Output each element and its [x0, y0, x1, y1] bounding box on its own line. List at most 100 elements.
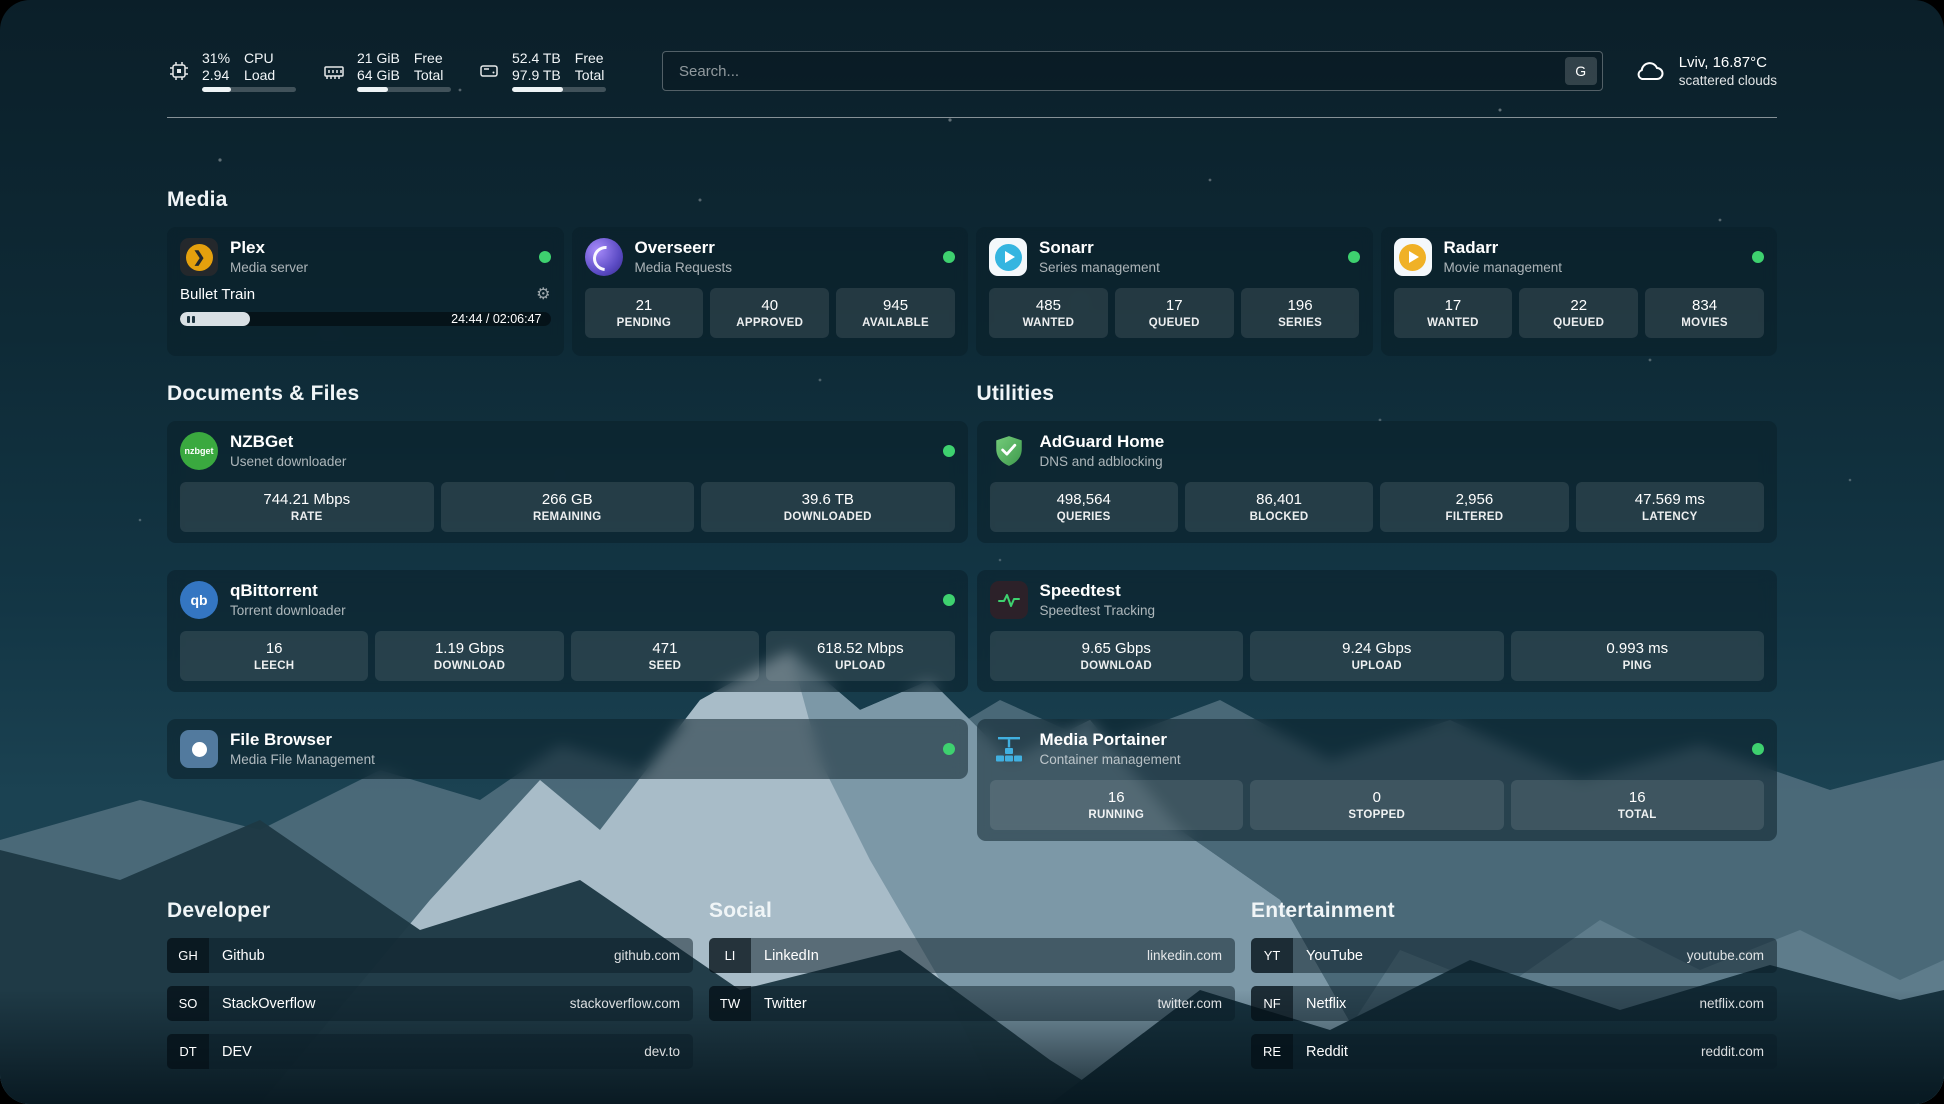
status-dot-radarr [1752, 251, 1764, 263]
service-card-overseerr[interactable]: Overseerr Media Requests 21PENDING 40APP… [572, 227, 969, 356]
app-name-radarr: Radarr [1444, 238, 1563, 258]
search-bar[interactable]: G [662, 51, 1603, 91]
stat-movies: 834MOVIES [1645, 288, 1764, 338]
cpu-progress-bar [202, 87, 296, 92]
search-engine-button[interactable]: G [1565, 57, 1597, 85]
service-card-plex[interactable]: ❯ Plex Media server Bullet Train ⚙ [167, 227, 564, 356]
portainer-icon [990, 730, 1028, 768]
app-name-filebrowser: File Browser [230, 730, 375, 750]
app-name-qbittorrent: qBittorrent [230, 581, 346, 601]
status-dot-portainer [1752, 743, 1764, 755]
bookmark-group-title-developer: Developer [167, 899, 693, 923]
disk-free: 52.4 TB [512, 50, 561, 66]
pause-icon[interactable] [187, 316, 195, 323]
bookmark-dev[interactable]: DT DEV dev.to [167, 1034, 693, 1069]
gear-icon[interactable]: ⚙ [536, 287, 550, 303]
status-dot-nzbget [943, 445, 955, 457]
radarr-icon [1394, 238, 1432, 276]
stat-series: 196SERIES [1241, 288, 1360, 338]
app-name-adguard: AdGuard Home [1040, 432, 1165, 452]
ram-total: 64 GiB [357, 67, 400, 83]
reddit-icon: RE [1251, 1034, 1293, 1069]
speedtest-icon [990, 581, 1028, 619]
stat-ping: 0.993 msPING [1511, 631, 1765, 681]
dev-icon: DT [167, 1034, 209, 1069]
status-dot-filebrowser [943, 743, 955, 755]
service-card-nzbget[interactable]: nzbget NZBGet Usenet downloader 744.21 M… [167, 421, 968, 543]
app-subtitle-speedtest: Speedtest Tracking [1040, 603, 1156, 619]
stat-wanted: 17WANTED [1394, 288, 1513, 338]
cpu-metric: 31%2.94 CPULoad [167, 50, 296, 92]
stat-remaining: 266 GBREMAINING [441, 482, 695, 532]
section-media: Media ❯ Plex Media server Bullet Train [167, 188, 1777, 356]
stat-filtered: 2,956FILTERED [1380, 482, 1568, 532]
app-subtitle-portainer: Container management [1040, 752, 1181, 768]
stackoverflow-icon: SO [167, 986, 209, 1021]
service-card-filebrowser[interactable]: File Browser Media File Management [167, 719, 968, 779]
app-subtitle-nzbget: Usenet downloader [230, 454, 346, 470]
dashboard-screen: 31%2.94 CPULoad 21 GiB64 GiB FreeTotal [0, 0, 1944, 1104]
filebrowser-icon [180, 730, 218, 768]
service-card-adguard[interactable]: AdGuard Home DNS and adblocking 498,564Q… [977, 421, 1778, 543]
bookmark-twitter[interactable]: TW Twitter twitter.com [709, 986, 1235, 1021]
disk-icon [477, 59, 501, 83]
app-name-sonarr: Sonarr [1039, 238, 1160, 258]
cloud-icon [1633, 57, 1667, 85]
ram-free: 21 GiB [357, 50, 400, 66]
app-subtitle-sonarr: Series management [1039, 260, 1160, 276]
app-subtitle-qbittorrent: Torrent downloader [230, 603, 346, 619]
status-dot-qbittorrent [943, 594, 955, 606]
github-icon: GH [167, 938, 209, 973]
service-card-portainer[interactable]: Media Portainer Container management 16R… [977, 719, 1778, 841]
stat-download: 1.19 GbpsDOWNLOAD [375, 631, 563, 681]
status-dot-overseerr [943, 251, 955, 263]
weather-location: Lviv, 16.87°C [1679, 54, 1777, 71]
bookmark-reddit[interactable]: RE Reddit reddit.com [1251, 1034, 1777, 1069]
section-title-documents: Documents & Files [167, 382, 968, 406]
stat-queries: 498,564QUERIES [990, 482, 1178, 532]
service-card-speedtest[interactable]: Speedtest Speedtest Tracking 9.65 GbpsDO… [977, 570, 1778, 692]
ram-metric: 21 GiB64 GiB FreeTotal [322, 50, 451, 92]
bookmark-netflix[interactable]: NF Netflix netflix.com [1251, 986, 1777, 1021]
section-title-utilities: Utilities [977, 382, 1778, 406]
stat-upload: 618.52 MbpsUPLOAD [766, 631, 954, 681]
search-input[interactable] [677, 62, 1565, 81]
topbar: 31%2.94 CPULoad 21 GiB64 GiB FreeTotal [167, 0, 1777, 100]
section-documents-files: Documents & Files nzbget NZBGet Usenet d… [167, 382, 968, 841]
plex-playback-bar[interactable]: 24:44 / 02:06:47 [180, 312, 551, 326]
bookmark-linkedin[interactable]: LI LinkedIn linkedin.com [709, 938, 1235, 973]
bookmark-group-entertainment: Entertainment YT YouTube youtube.com NF … [1251, 899, 1777, 1069]
disk-total: 97.9 TB [512, 67, 561, 83]
status-dot-sonarr [1348, 251, 1360, 263]
status-dot-plex [539, 251, 551, 263]
app-subtitle-overseerr: Media Requests [635, 260, 733, 276]
service-card-radarr[interactable]: Radarr Movie management 17WANTED 22QUEUE… [1381, 227, 1778, 356]
stat-stopped: 0STOPPED [1250, 780, 1504, 830]
service-card-sonarr[interactable]: Sonarr Series management 485WANTED 17QUE… [976, 227, 1373, 356]
app-name-speedtest: Speedtest [1040, 581, 1156, 601]
weather-widget[interactable]: Lviv, 16.87°C scattered clouds [1633, 54, 1777, 88]
twitter-icon: TW [709, 986, 751, 1021]
stat-download: 9.65 GbpsDOWNLOAD [990, 631, 1244, 681]
disk-progress-bar [512, 87, 606, 92]
stat-available: 945AVAILABLE [836, 288, 955, 338]
bookmark-youtube[interactable]: YT YouTube youtube.com [1251, 938, 1777, 973]
ram-label-2: Total [414, 67, 444, 83]
app-subtitle-plex: Media server [230, 260, 308, 276]
linkedin-icon: LI [709, 938, 751, 973]
sonarr-icon [989, 238, 1027, 276]
ram-icon [322, 59, 346, 83]
ram-label-1: Free [414, 50, 444, 66]
bookmark-github[interactable]: GH Github github.com [167, 938, 693, 973]
topbar-divider [167, 117, 1777, 118]
cpu-label-1: CPU [244, 50, 275, 66]
bookmark-group-title-entertainment: Entertainment [1251, 899, 1777, 923]
bookmark-stackoverflow[interactable]: SO StackOverflow stackoverflow.com [167, 986, 693, 1021]
plex-now-playing: Bullet Train [180, 286, 255, 303]
bookmark-group-title-social: Social [709, 899, 1235, 923]
stat-queued: 22QUEUED [1519, 288, 1638, 338]
service-card-qbittorrent[interactable]: qb qBittorrent Torrent downloader 16LEEC… [167, 570, 968, 692]
app-subtitle-adguard: DNS and adblocking [1040, 454, 1165, 470]
section-title-media: Media [167, 188, 1777, 212]
disk-metric: 52.4 TB97.9 TB FreeTotal [477, 50, 606, 92]
